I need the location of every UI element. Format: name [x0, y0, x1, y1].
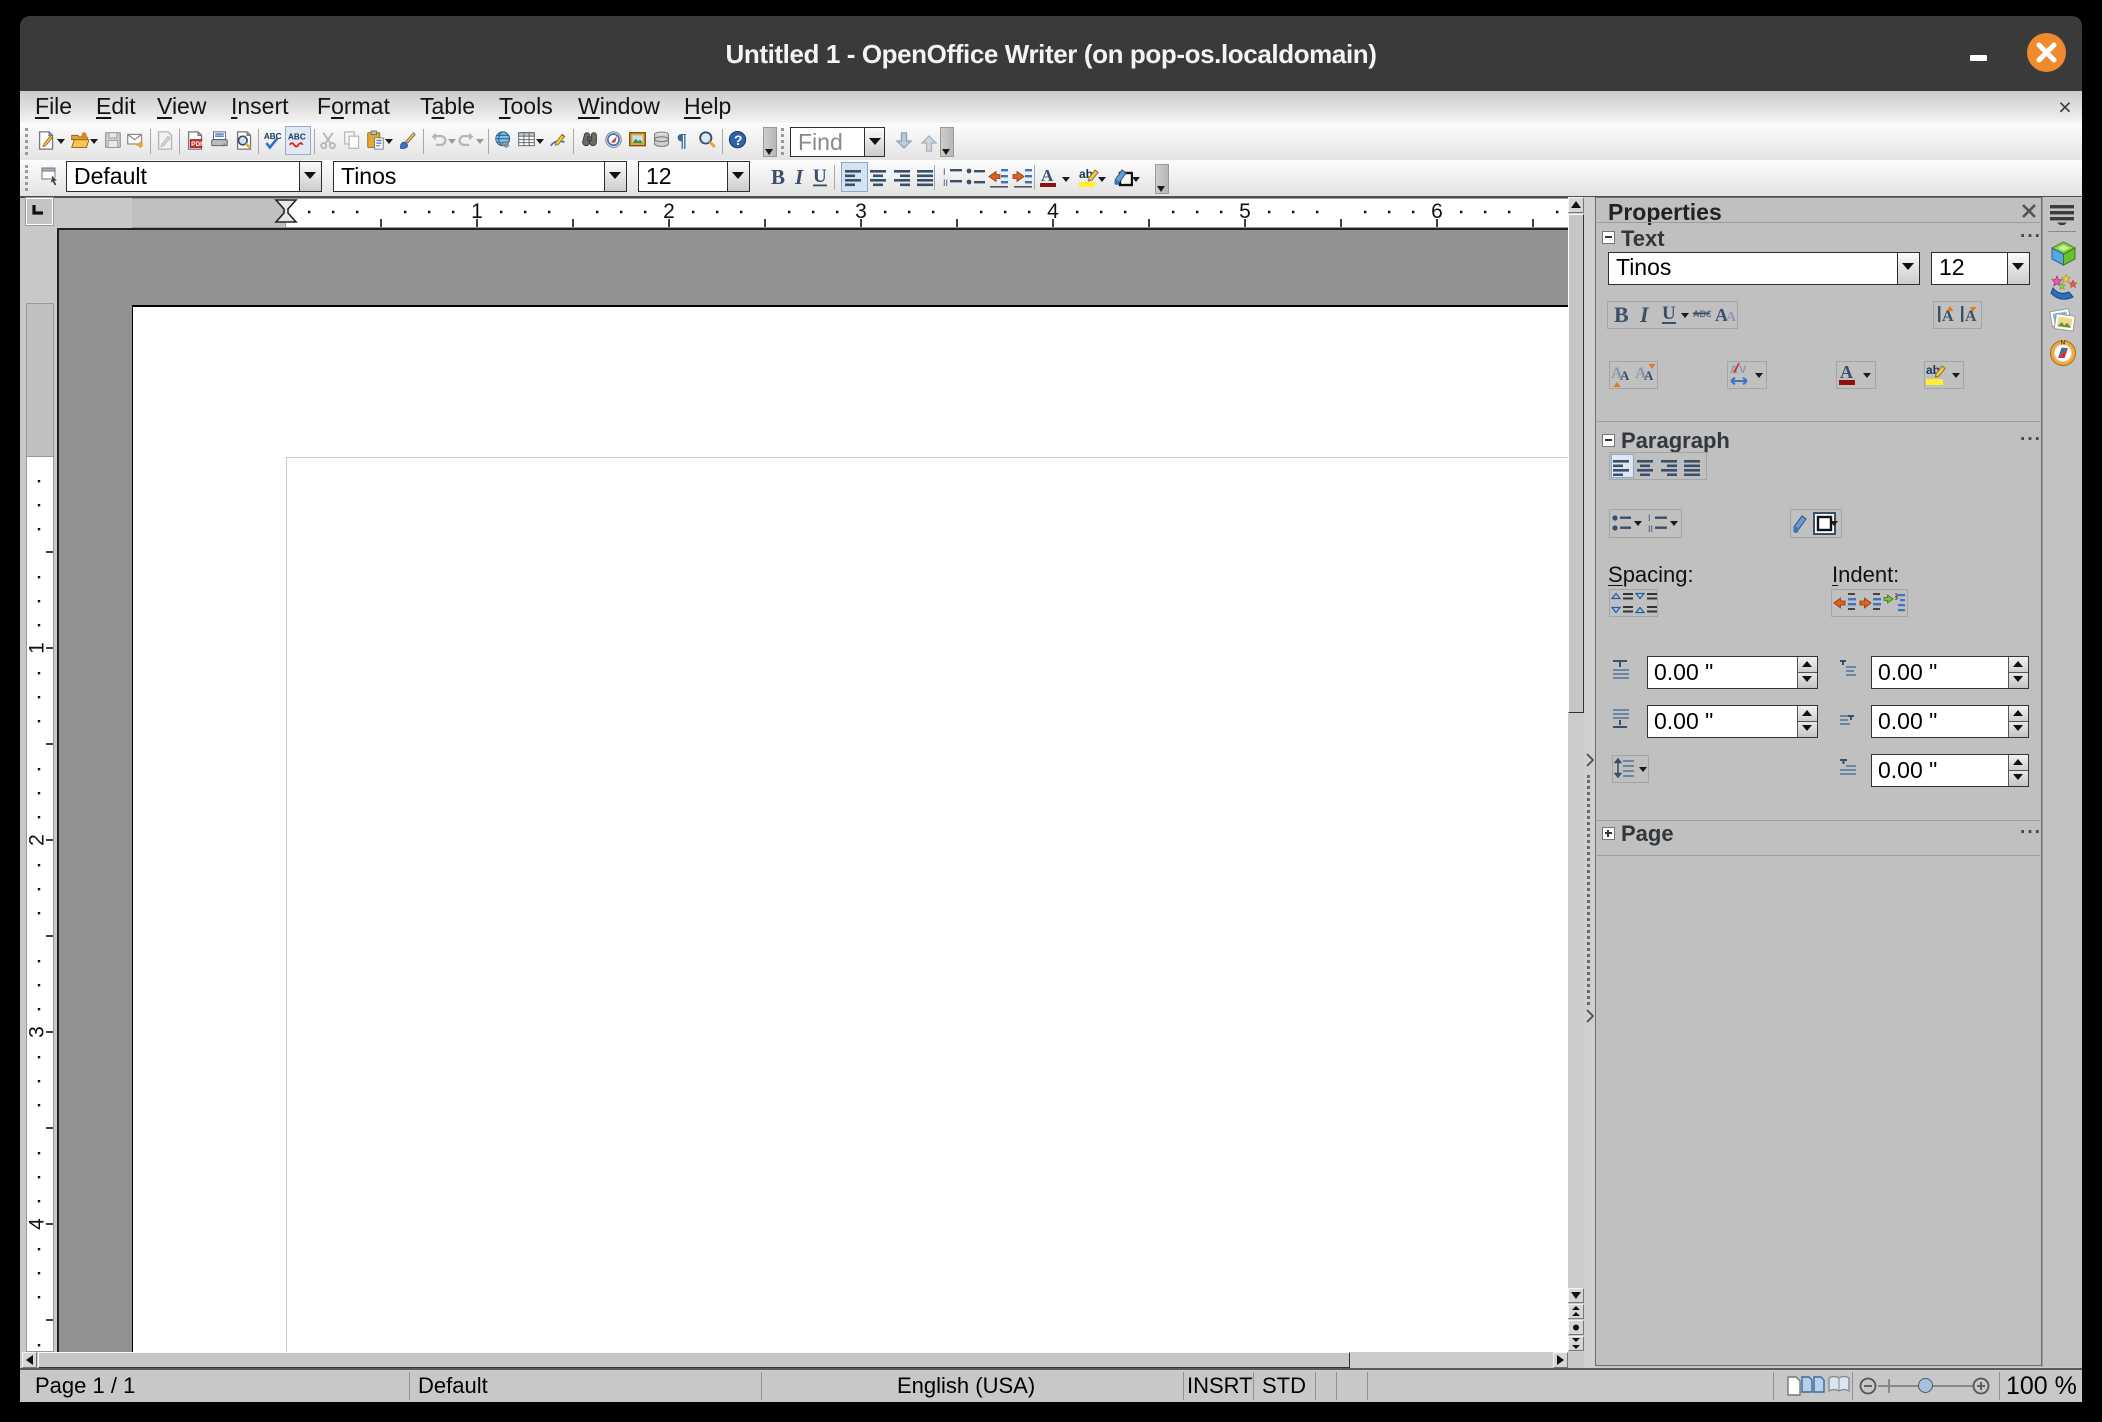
svg-text:6: 6: [1431, 200, 1443, 223]
svg-text:3: 3: [855, 200, 867, 223]
svg-text:1: 1: [27, 642, 49, 654]
svg-text:N: N: [2061, 341, 2065, 347]
svg-text:I: I: [1639, 303, 1650, 327]
svg-text:PDF: PDF: [191, 141, 204, 148]
svg-text:B: B: [771, 166, 785, 188]
svg-text:II: II: [1648, 524, 1653, 534]
svg-text:1: 1: [471, 200, 483, 223]
svg-text:¶: ¶: [677, 131, 687, 151]
svg-text:5: 5: [1239, 200, 1251, 223]
svg-text:4: 4: [1047, 200, 1059, 223]
svg-text:A: A: [1644, 368, 1654, 383]
svg-text:ABC: ABC: [264, 132, 282, 141]
svg-text:V: V: [1739, 364, 1747, 376]
svg-text:?: ?: [734, 132, 742, 148]
svg-text:U: U: [813, 166, 827, 187]
svg-text:B: B: [1614, 303, 1629, 327]
svg-text:II: II: [943, 178, 948, 188]
svg-text:I: I: [943, 167, 946, 177]
svg-text:U: U: [1662, 303, 1676, 324]
svg-text:4: 4: [27, 1218, 49, 1230]
svg-text:I: I: [794, 166, 804, 188]
svg-text:2: 2: [27, 834, 49, 846]
svg-text:3: 3: [27, 1026, 49, 1038]
svg-text:A: A: [1726, 310, 1737, 325]
svg-text:A: A: [1041, 166, 1054, 185]
svg-text:ABC: ABC: [288, 133, 306, 142]
svg-text:A: A: [1840, 362, 1853, 382]
svg-text:2: 2: [663, 200, 675, 223]
svg-text:A: A: [1620, 368, 1630, 383]
svg-text:I: I: [1648, 513, 1651, 523]
svg-text:A: A: [1965, 308, 1977, 325]
